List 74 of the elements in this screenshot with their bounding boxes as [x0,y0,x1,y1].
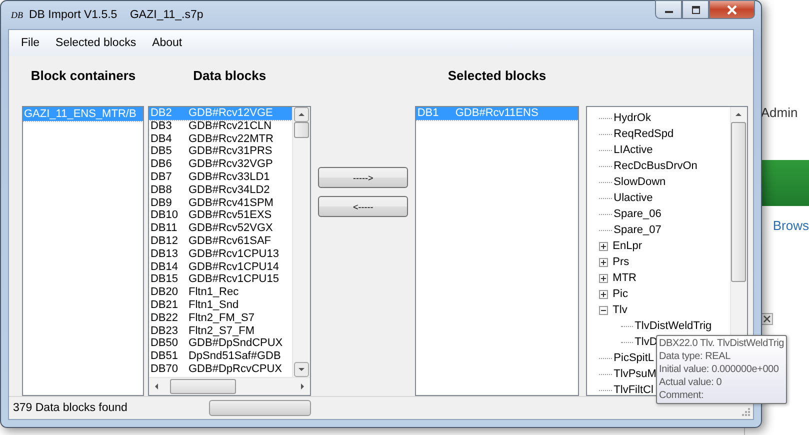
window-title: DB Import V1.5.5 GAZI_11_.s7p [29,9,204,21]
close-icon[interactable] [760,313,773,325]
list-item[interactable]: DB10 GDB#Rcv51EXS [149,209,292,222]
tooltip-line: Initial value: 0.000000e+000 [659,363,780,376]
tooltip-line: Data type: REAL [659,350,732,363]
maximize-icon [690,6,700,14]
expand-icon[interactable] [598,258,608,266]
tree-item[interactable]: Spare_06 [612,208,664,220]
status-text: 379 Data blocks found [13,402,128,414]
expand-icon[interactable] [598,290,608,298]
menu-item[interactable]: About [146,35,188,51]
app-logo: DB [11,10,23,20]
list-item[interactable]: DB11 GDB#Rcv52VGX [149,222,292,235]
minimize-button[interactable] [655,0,682,19]
tree-item[interactable]: TlvFiltCl [612,384,656,395]
list-item[interactable]: DB13 GDB#Rcv1CPU13 [149,248,292,261]
list-item[interactable]: DB20 Fltn1_Rec [149,286,292,299]
collapse-icon[interactable] [598,306,608,314]
tree-item[interactable]: Spare_07 [612,224,664,236]
list-item[interactable]: DB5 GDB#Rcv31PRS [149,145,292,158]
column-heading: Block containers [30,68,137,85]
column-heading: Selected blocks [446,68,548,85]
resize-grip-icon[interactable] [741,407,751,417]
list-item[interactable]: DB22 Fltn2_FM_S7 [149,312,292,325]
list-item[interactable]: DB14 GDB#Rcv1CPU14 [149,260,292,274]
list-item[interactable]: DB8 GDB#Rcv34LD2 [149,184,292,197]
browse-link[interactable]: Brows [772,218,809,233]
maximize-button[interactable] [682,0,709,19]
list-item[interactable]: DB50 GDB#DpSndCPUX [149,337,292,350]
tree-item[interactable]: Tlv [610,304,630,316]
tree-item[interactable]: PicSpitL [612,352,656,364]
expand-icon[interactable] [598,274,608,282]
scroll-thumb[interactable] [731,122,746,282]
scroll-thumb[interactable] [294,122,309,138]
close-button[interactable] [709,0,755,19]
list-item[interactable]: DB6 GDB#Rcv32VGP [149,158,292,171]
move-button[interactable]: -----> [318,167,408,188]
list-item[interactable]: DB4 GDB#Rcv22MTR [149,132,292,146]
tree-item[interactable]: Ulactive [612,192,655,204]
list-item[interactable]: DB21 Fltn1_Snd [149,298,292,312]
tree-item[interactable]: MTR [610,272,638,284]
tree-item[interactable]: SlowDown [612,176,668,188]
menu-item[interactable]: Selected blocks [50,35,142,51]
menu-item[interactable]: File [15,35,46,51]
scroll-down-icon[interactable] [294,362,309,377]
list-item[interactable]: DB3 GDB#Rcv21CLN [149,120,292,133]
list-item[interactable]: DB15 GDB#Rcv1CPU15 [149,273,292,286]
tree-item[interactable]: RecDcBusDrvOn [612,160,700,172]
list-item[interactable]: DB7 GDB#Rcv33LD1 [149,170,292,184]
tree-item[interactable]: Pic [610,288,630,300]
list-item[interactable]: DB23 Fltn2_S7_FM [149,324,292,338]
scroll-thumb[interactable] [170,379,236,394]
horizontal-scrollbar[interactable] [149,377,310,395]
vertical-scrollbar[interactable] [292,107,310,377]
tree-item[interactable]: ReqRedSpd [612,128,676,140]
close-icon [726,4,738,14]
tree-item[interactable]: TlvPsuM [612,368,658,380]
tree-item[interactable]: Prs [610,256,632,268]
move-button[interactable]: <----- [318,196,408,217]
tooltip-line: Comment: [659,389,705,402]
tree-item[interactable]: LIActive [612,144,655,156]
tree-item[interactable]: TlvDistWeldTrig [632,320,714,332]
list-item[interactable]: DB70 GDB#DpRcvCPUX [149,362,292,376]
tooltip-line: Actual value: 0 [659,376,723,389]
list-item[interactable]: DB9 GDB#Rcv41SPM [149,196,292,210]
tooltip-line: DBX22.0 Tlv. TlvDistWeldTrig [659,337,784,350]
scroll-up-icon[interactable] [294,107,309,122]
list-item[interactable]: DB12 GDB#Rcv61SAF [149,234,292,248]
column-heading: Data blocks [192,68,268,85]
expand-icon[interactable] [598,242,608,250]
list-item[interactable]: DB51 DpSnd51Saf#GDB [149,350,292,363]
tree-item[interactable]: HydrOk [612,112,653,124]
user-label: Admin [760,105,799,120]
tree-item[interactable]: EnLpr [610,240,644,252]
